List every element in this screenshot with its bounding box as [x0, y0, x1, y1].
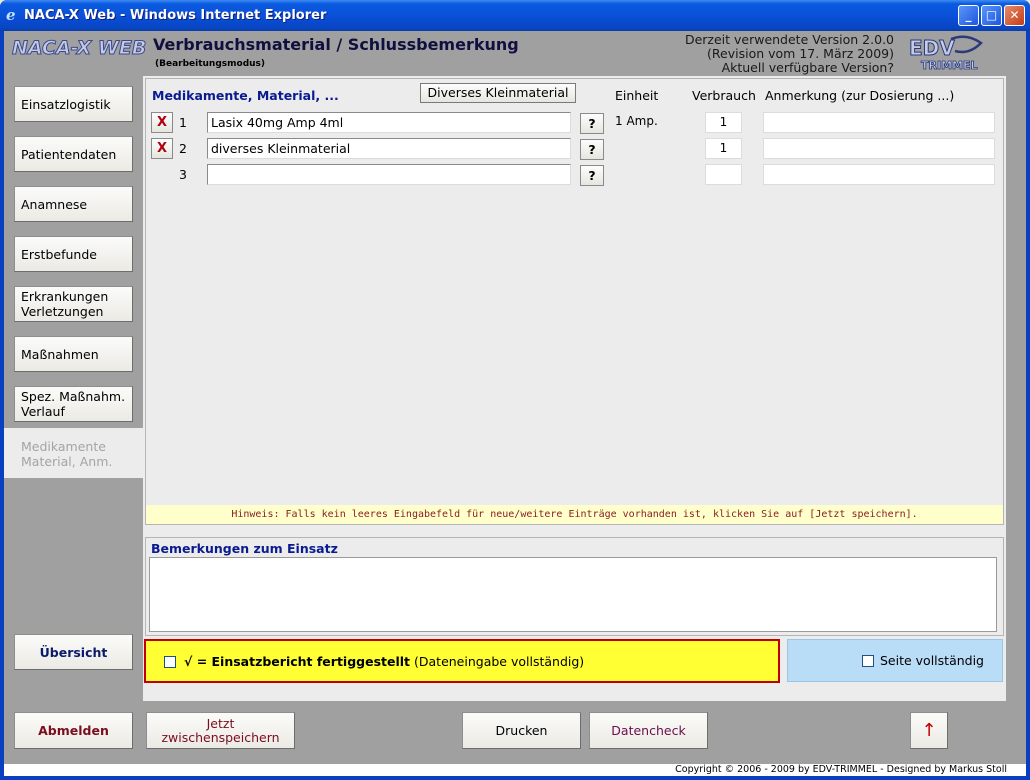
page-content: NACA-X WEB Verbrauchsmaterial / Schlussb… [4, 31, 1026, 776]
report-complete-strong: √ = Einsatzbericht fertiggestellt [184, 654, 411, 669]
hint-text: Hinweis: Falls kein leeres Eingabefeld f… [146, 505, 1003, 524]
maximize-button[interactable]: □ [981, 5, 1002, 26]
scroll-top-button[interactable]: ↑ [910, 712, 948, 749]
report-complete-checkbox[interactable] [164, 656, 176, 668]
arrow-up-icon: ↑ [921, 719, 937, 741]
nav-anamnese[interactable]: Anamnese [14, 186, 133, 222]
page-complete-box: Seite vollständig [787, 639, 1003, 682]
version-revision: (Revision vom 17. März 2009) [707, 46, 894, 61]
footer-toolbar: Abmelden Jetzt zwischenspeichern Drucken… [4, 701, 1026, 764]
remarks-label: Bemerkungen zum Einsatz [151, 541, 338, 556]
row-number: 3 [179, 167, 187, 182]
consumption-column-header: Verbrauch [692, 88, 756, 103]
help-button[interactable]: ? [580, 165, 604, 186]
print-button[interactable]: Drucken [462, 712, 581, 749]
nav-erkrankungen-verletzungen[interactable]: Erkrankungen Verletzungen [14, 286, 133, 322]
main-area: Medikamente, Material, ... Diverses Klei… [143, 76, 1006, 701]
close-button[interactable]: ✕ [1004, 5, 1025, 26]
report-complete-label: √ = Einsatzbericht fertiggestellt (Daten… [184, 654, 584, 669]
row-number: 1 [179, 115, 187, 130]
materials-panel: Medikamente, Material, ... Diverses Klei… [145, 78, 1004, 525]
remarks-textarea[interactable] [149, 557, 997, 632]
mode-label: (Bearbeitungsmodus) [155, 59, 266, 69]
nav-einsatzlogistik[interactable]: Einsatzlogistik [14, 86, 133, 122]
save-button[interactable]: Jetzt zwischenspeichern [146, 712, 295, 749]
medication-input[interactable]: Lasix 40mg Amp 4ml [207, 112, 571, 133]
page-complete-checkbox[interactable] [862, 655, 874, 667]
material-row: X 1 Lasix 40mg Amp 4ml ? 1 Amp. 1 [146, 111, 1005, 135]
consumption-input[interactable]: 1 [705, 138, 742, 159]
note-input[interactable] [763, 164, 995, 185]
note-column-header: Anmerkung (zur Dosierung ...) [765, 88, 955, 103]
nav-erstbefunde[interactable]: Erstbefunde [14, 236, 133, 272]
minimize-button[interactable]: _ [958, 5, 979, 26]
page-title: Verbrauchsmaterial / Schlussbemerkung [153, 35, 519, 54]
kleinmaterial-button[interactable]: Diverses Kleinmaterial [420, 83, 576, 103]
copyright-text: Copyright © 2006 - 2009 by EDV-TRIMMEL -… [4, 764, 1026, 776]
nav-medikamente-material[interactable]: Medikamente Material, Anm. [14, 436, 133, 472]
note-input[interactable] [763, 112, 995, 133]
window-title: NACA-X Web - Windows Internet Explorer [24, 8, 327, 23]
version-current: Derzeit verwendete Version 2.0.0 [684, 32, 894, 47]
page-complete-label: Seite vollständig [880, 653, 984, 668]
app-header: NACA-X WEB Verbrauchsmaterial / Schlussb… [4, 31, 1026, 76]
help-button[interactable]: ? [580, 113, 604, 134]
unit-value: 1 Amp. [615, 114, 658, 128]
report-completion-box: √ = Einsatzbericht fertiggestellt (Daten… [144, 639, 780, 683]
unit-column-header: Einheit [615, 88, 659, 103]
version-check-link[interactable]: Aktuell verfügbare Version? [685, 61, 894, 75]
overview-button[interactable]: Übersicht [14, 634, 133, 670]
remarks-section: Bemerkungen zum Einsatz [145, 537, 1004, 636]
svg-text:TRIMMEL: TRIMMEL [921, 59, 977, 72]
naca-x-web-logo: NACA-X WEB [11, 37, 147, 60]
medication-input[interactable]: diverses Kleinmaterial [207, 138, 571, 159]
sidebar-navigation: Einsatzlogistik Patientendaten Anamnese … [4, 76, 143, 701]
datacheck-button[interactable]: Datencheck [589, 712, 708, 749]
medication-column-header: Medikamente, Material, ... [152, 88, 339, 103]
svg-text:EDV: EDV [909, 36, 955, 60]
row-number: 2 [179, 141, 187, 156]
browser-window: e NACA-X Web - Windows Internet Explorer… [0, 0, 1030, 780]
material-row: 3 ? [146, 163, 1005, 187]
internet-explorer-icon: e [6, 6, 16, 24]
nav-spez-massnahmen-verlauf[interactable]: Spez. Maßnahm. Verlauf [14, 386, 133, 422]
delete-row-button[interactable]: X [151, 112, 173, 133]
consumption-input[interactable]: 1 [705, 112, 742, 133]
medication-input[interactable] [207, 164, 571, 185]
nav-patientendaten[interactable]: Patientendaten [14, 136, 133, 172]
help-button[interactable]: ? [580, 139, 604, 160]
note-input[interactable] [763, 138, 995, 159]
title-bar[interactable]: e NACA-X Web - Windows Internet Explorer… [0, 0, 1030, 31]
material-row: X 2 diverses Kleinmaterial ? 1 [146, 137, 1005, 161]
logout-button[interactable]: Abmelden [14, 712, 133, 749]
nav-massnahmen[interactable]: Maßnahmen [14, 336, 133, 372]
report-complete-note: (Dateneingabe vollständig) [410, 654, 585, 669]
edv-trimmel-logo: EDV TRIMMEL [909, 36, 983, 72]
consumption-input[interactable] [705, 164, 742, 185]
version-info[interactable]: Derzeit verwendete Version 2.0.0 (Revisi… [685, 33, 894, 75]
delete-row-button[interactable]: X [151, 138, 173, 159]
